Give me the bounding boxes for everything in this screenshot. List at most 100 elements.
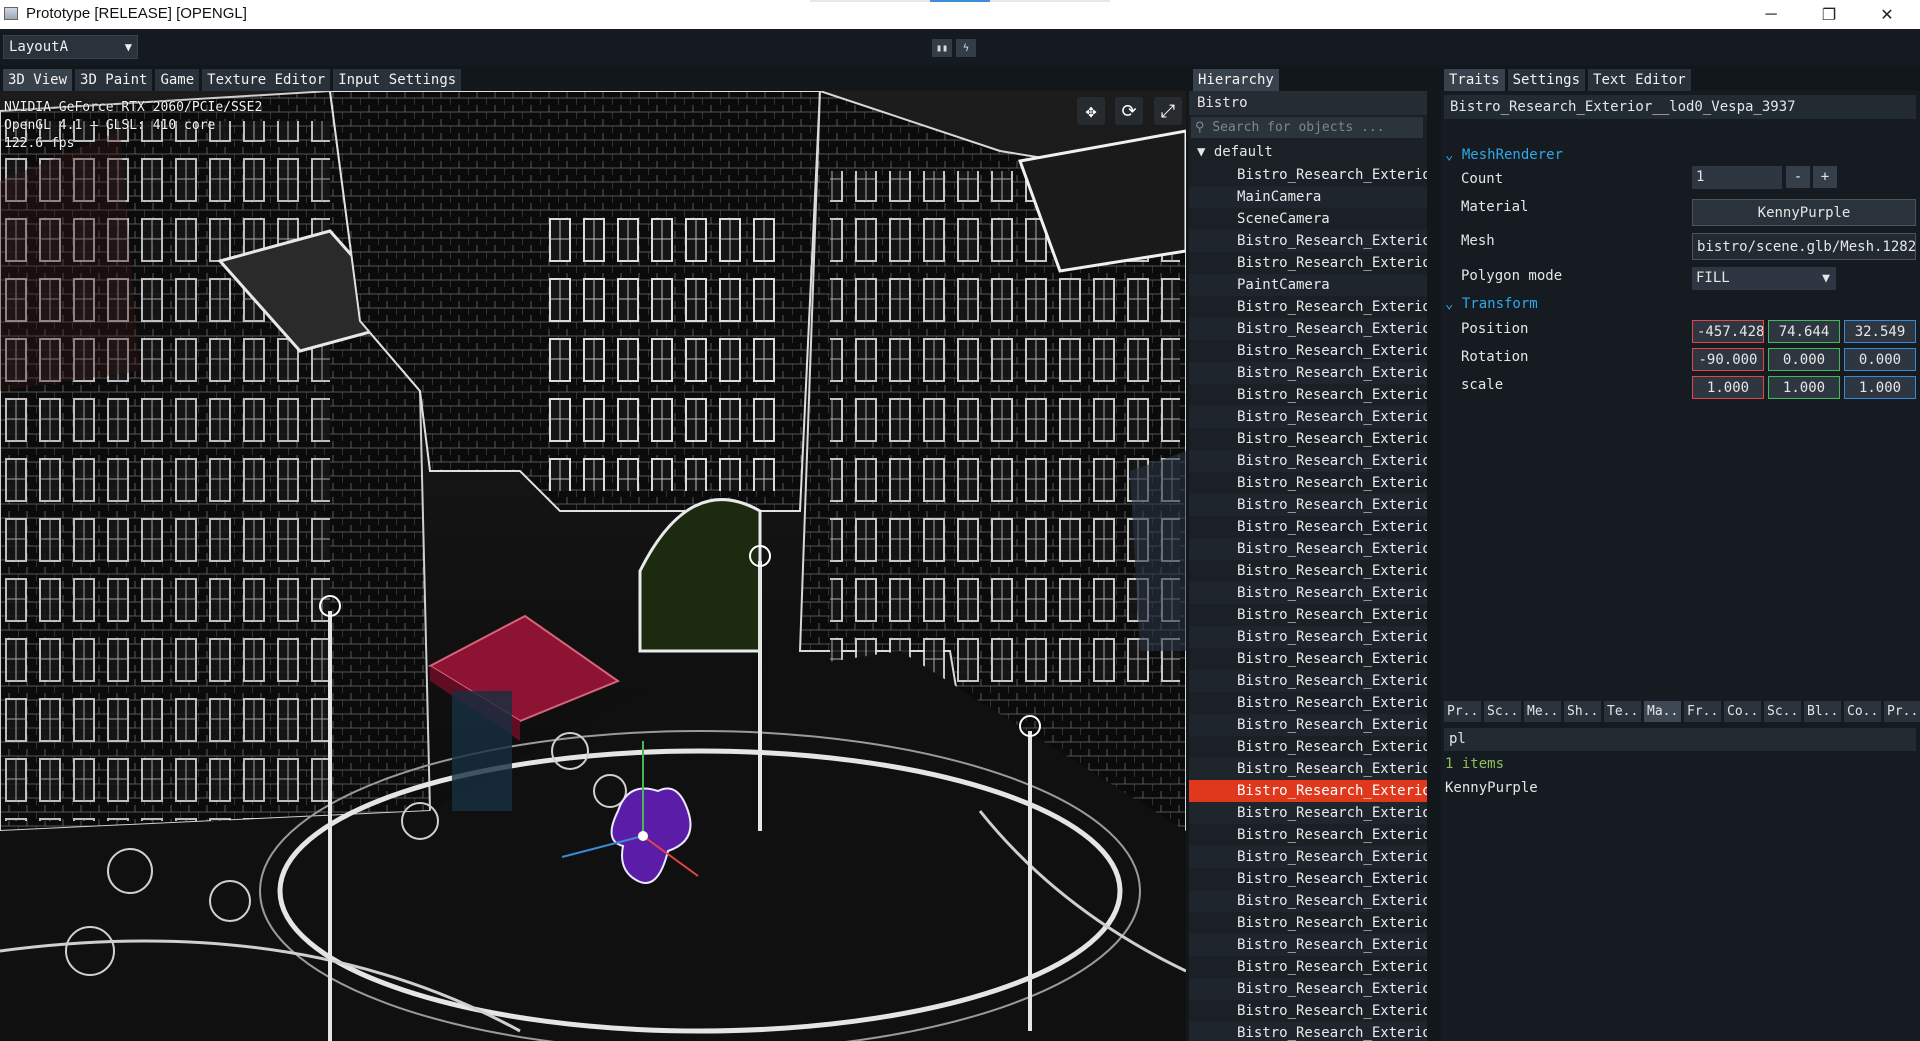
hierarchy-item[interactable]: Bistro_Research_Exterior [1189,538,1427,560]
scale-z-input[interactable]: 1.000 [1844,376,1916,399]
scale-y-input[interactable]: 1.000 [1768,376,1840,399]
tab-text-editor[interactable]: Text Editor [1588,69,1691,91]
hierarchy-item[interactable]: Bistro_Research_Exterior [1189,934,1427,956]
rotation-z-input[interactable]: 0.000 [1844,348,1916,371]
count-decrement-button[interactable]: - [1786,166,1810,188]
asset-tab[interactable]: Fr... [1684,701,1721,722]
asset-tab[interactable]: Co... [1844,701,1881,722]
hierarchy-item[interactable]: Bistro_Research_Exterior [1189,648,1427,670]
minimize-button[interactable]: ─ [1742,0,1800,29]
rotation-x-input[interactable]: -90.000 [1692,348,1764,371]
tab-texture-editor[interactable]: Texture Editor [202,69,331,91]
hierarchy-item[interactable]: Bistro_Research_Exterior [1189,868,1427,890]
mesh-path-field[interactable]: bistro/scene.glb/Mesh.1282 [1692,233,1916,260]
close-button[interactable]: ✕ [1858,0,1916,29]
position-z-input[interactable]: 32.549 [1844,320,1916,343]
hierarchy-item[interactable]: Bistro_Research_Exterior [1189,362,1427,384]
hierarchy-item[interactable]: Bistro_Research_Exterior [1189,582,1427,604]
material-picker[interactable]: KennyPurple [1692,199,1916,226]
count-increment-button[interactable]: + [1813,166,1837,188]
hierarchy-item[interactable]: Bistro_Research_Exterior [1189,824,1427,846]
hierarchy-item[interactable]: MainCamera [1189,186,1427,208]
hierarchy-item[interactable]: Bistro_Research_Exterior [1189,296,1427,318]
rotation-y-input[interactable]: 0.000 [1768,348,1840,371]
hierarchy-item[interactable]: Bistro_Research_Exterior [1189,384,1427,406]
hierarchy-item[interactable]: Bistro_Research_Exterior [1189,692,1427,714]
asset-item[interactable]: KennyPurple [1445,780,1538,796]
hierarchy-item[interactable]: Bistro_Research_Exterior [1189,1000,1427,1022]
hierarchy-item[interactable]: Bistro_Research_Exterior [1189,1022,1427,1041]
hierarchy-item[interactable]: Bistro_Research_Exterior [1189,340,1427,362]
hierarchy-item[interactable]: Bistro_Research_Exterior [1189,560,1427,582]
hierarchy-item[interactable]: Bistro_Research_Exterior [1189,846,1427,868]
asset-tab[interactable]: Bl... [1804,701,1841,722]
hierarchy-item[interactable]: Bistro_Research_Exterior [1189,670,1427,692]
hierarchy-item[interactable]: Bistro_Research_Exterior [1189,230,1427,252]
hierarchy-item[interactable]: Bistro_Research_Exterior [1189,318,1427,340]
layout-dropdown[interactable]: LayoutA ▼ [3,35,138,59]
gpu-info: NVIDIA GeForce RTX 2060/PCIe/SSE2 [4,100,263,115]
count-input[interactable]: 1 [1692,166,1782,189]
hierarchy-item[interactable]: Bistro_Research_Exterior [1189,736,1427,758]
title-bar: Prototype [RELEASE] [OPENGL] ─ ❐ ✕ [0,0,1920,29]
move-icon[interactable]: ✥ [1077,97,1105,125]
3d-viewport[interactable]: NVIDIA GeForce RTX 2060/PCIe/SSE2 OpenGL… [0,91,1186,1041]
hierarchy-item[interactable]: Bistro_Research_Exterior [1189,956,1427,978]
hierarchy-root[interactable]: Bistro [1189,91,1427,115]
hierarchy-item[interactable]: Bistro_Research_Exterior [1189,758,1427,780]
hierarchy-search-input[interactable]: ⚲ Search for objects ... [1191,117,1423,138]
asset-tab[interactable]: Pr... [1444,701,1481,722]
asset-tab[interactable]: Sc... [1764,701,1801,722]
hierarchy-item[interactable]: Bistro_Research_Exterior [1189,428,1427,450]
polygon-mode-dropdown[interactable]: FILL ▼ [1692,267,1836,290]
count-label: Count [1461,171,1504,187]
position-y-input[interactable]: 74.644 [1768,320,1840,343]
hierarchy-item[interactable]: Bistro_Research_Exterior [1189,912,1427,934]
asset-tab[interactable]: Sc... [1484,701,1521,722]
scale-x-input[interactable]: 1.000 [1692,376,1764,399]
mesh-renderer-header[interactable]: ⌄ MeshRenderer [1445,147,1563,163]
hierarchy-item[interactable]: Bistro_Research_Exterior [1189,714,1427,736]
asset-tab[interactable]: Te... [1604,701,1641,722]
hierarchy-item[interactable]: Bistro_Research_Exterior [1189,516,1427,538]
step-button[interactable]: ϟ [956,39,976,57]
tab-input-settings[interactable]: Input Settings [333,69,462,91]
tab-settings[interactable]: Settings [1507,69,1586,91]
hierarchy-item[interactable]: Bistro_Research_Exterior [1189,626,1427,648]
refresh-icon[interactable]: ⟳ [1115,97,1143,125]
hierarchy-item[interactable]: Bistro_Research_Exterior [1189,802,1427,824]
asset-tab[interactable]: Me... [1524,701,1561,722]
hierarchy-item[interactable]: Bistro_Research_Exterior [1189,780,1427,802]
asset-tab[interactable]: Pr... [1884,701,1920,722]
tab-3d-view[interactable]: 3D View [3,69,73,91]
hierarchy-group[interactable]: ▼ default [1189,140,1427,164]
hierarchy-item[interactable]: Bistro_Research_Exterior [1189,450,1427,472]
hierarchy-item[interactable]: SceneCamera [1189,208,1427,230]
tab-hierarchy[interactable]: Hierarchy [1193,69,1279,91]
asset-tab[interactable]: Co... [1724,701,1761,722]
object-name-field[interactable]: Bistro_Research_Exterior__lod0_Vespa_393… [1444,95,1916,119]
tab-game[interactable]: Game [155,69,200,91]
asset-tab[interactable]: Ma... [1644,701,1681,722]
hierarchy-item[interactable]: Bistro_Research_Exterior [1189,494,1427,516]
hierarchy-item[interactable]: Bistro_Research_Exterior [1189,406,1427,428]
hierarchy-item[interactable]: Bistro_Research_Exterior [1189,472,1427,494]
asset-tab[interactable]: Sh... [1564,701,1601,722]
tab-traits[interactable]: Traits [1444,69,1505,91]
polygon-mode-label: Polygon mode [1461,268,1563,284]
transform-header[interactable]: ⌄ Transform [1445,296,1538,312]
hierarchy-item[interactable]: Bistro_Research_Exterior [1189,164,1427,186]
hierarchy-item[interactable]: Bistro_Research_Exterior [1189,978,1427,1000]
tab-3d-paint[interactable]: 3D Paint [75,69,153,91]
restore-button[interactable]: ❐ [1800,0,1858,29]
hierarchy-item[interactable]: Bistro_Research_Exterior [1189,252,1427,274]
hierarchy-item[interactable]: Bistro_Research_Exterior [1189,604,1427,626]
asset-search-input[interactable]: pl [1444,728,1916,751]
rotation-label: Rotation [1461,349,1529,365]
expand-icon[interactable]: ⤢ [1154,97,1182,125]
hierarchy-item[interactable]: PaintCamera [1189,274,1427,296]
position-x-input[interactable]: -457.428 [1692,320,1764,343]
pause-button[interactable]: ▮▮ [932,39,952,57]
pause-icon: ▮▮ [935,42,949,54]
hierarchy-item[interactable]: Bistro_Research_Exterior [1189,890,1427,912]
